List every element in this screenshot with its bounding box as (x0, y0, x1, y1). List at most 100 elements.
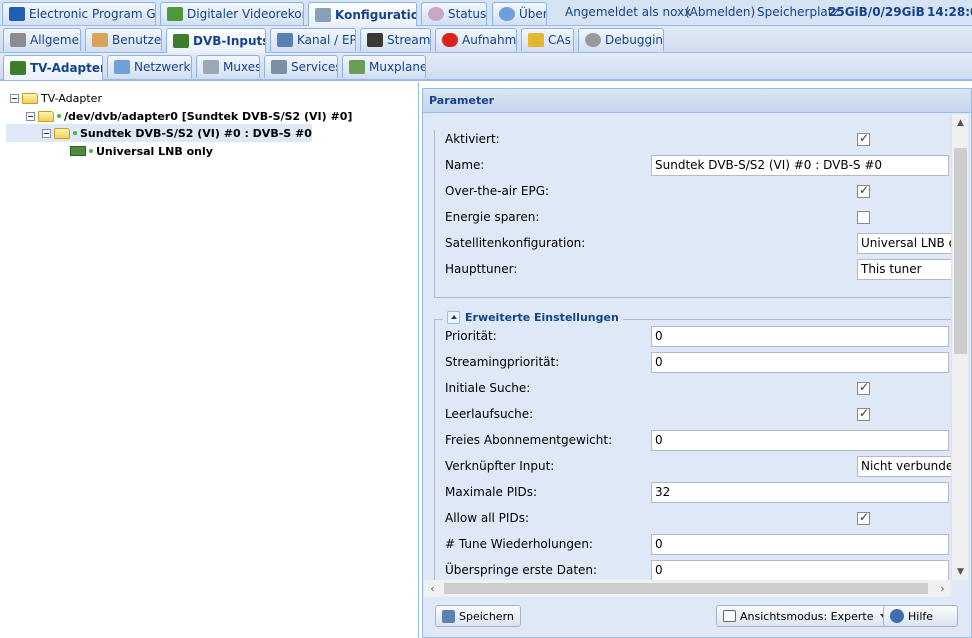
row-energie: Energie sparen: (445, 206, 949, 228)
dvb-tab-bar: TV-Adapter Netzwerke Muxes Services Muxp… (0, 53, 972, 81)
tab-allgemein[interactable]: Allgemein (3, 28, 81, 51)
advanced-legend[interactable]: Erweiterte Einstellungen (443, 311, 623, 324)
tree-node-adapter[interactable]: /dev/dvb/adapter0 [Sundtek DVB-S/S2 (VI)… (26, 107, 352, 125)
row-abo: Freies Abonnementgewicht: (445, 429, 949, 451)
field-label: Überspringe erste Daten: (445, 563, 598, 577)
tree-node-frontend[interactable]: Sundtek DVB-S/S2 (VI) #0 : DVB-S #0 (6, 124, 312, 142)
floppy-icon (442, 609, 455, 623)
scroll-left-icon[interactable]: ‹ (424, 580, 441, 597)
horizontal-scrollbar[interactable]: ‹ › (424, 580, 951, 597)
storage-value: 25GiB/0/29GiB (828, 5, 925, 19)
globe-icon (499, 7, 515, 21)
collapse-icon[interactable] (42, 128, 51, 138)
tune-repeats-input[interactable] (651, 533, 949, 555)
tab-label: Konfiguration (335, 8, 416, 22)
field-label: Leerlaufsuche: (445, 407, 534, 421)
max-pids-input[interactable] (651, 481, 949, 503)
leerlauf-checkbox[interactable] (857, 406, 870, 421)
name-input[interactable] (651, 154, 949, 176)
streaming-input[interactable] (651, 351, 949, 373)
antenna-icon (114, 60, 130, 74)
tab-tv-adapter[interactable]: TV-Adapter (3, 55, 103, 80)
tab-netzwerke[interactable]: Netzwerke (107, 55, 192, 78)
row-streaming: Streamingpriorität: (445, 351, 949, 373)
button-label: Ansichtsmodus: Experte (740, 609, 874, 623)
tab-konfiguration[interactable]: Konfiguration (308, 2, 417, 27)
field-label: Priorität: (445, 329, 497, 343)
tab-kanal-epg[interactable]: Kanal / EPG (270, 28, 356, 51)
tab-dvb-inputs[interactable]: DVB-Inputs (166, 28, 266, 53)
save-button[interactable]: Speichern (435, 605, 521, 627)
wrench-icon (315, 8, 331, 22)
collapse-icon[interactable] (26, 111, 35, 121)
row-leerlauf: Leerlaufsuche: (445, 403, 949, 425)
scroll-right-icon[interactable]: › (934, 580, 951, 597)
collapse-icon[interactable] (10, 93, 19, 103)
bug-icon (585, 33, 601, 47)
row-name: Name: (445, 154, 949, 176)
tab-label: Stream (387, 33, 431, 47)
help-button[interactable]: Hilfe (883, 605, 958, 627)
tab-label: Über (519, 7, 547, 21)
key-icon (528, 33, 544, 47)
abo-input[interactable] (651, 429, 949, 451)
vertical-scrollbar[interactable]: ▲ ▼ (951, 114, 968, 580)
status-dot-icon (89, 149, 93, 153)
tree-node-lnb[interactable]: Universal LNB only (70, 142, 213, 160)
field-label: Name: (445, 158, 485, 172)
tab-label: Status (448, 7, 487, 21)
row-initiale: Initiale Suche: (445, 377, 949, 399)
collapse-toggle-icon[interactable] (447, 311, 460, 324)
film-icon (367, 33, 383, 47)
tab-benutzer[interactable]: Benutzer (85, 28, 162, 51)
row-input: Verknüpfter Input: Nicht verbunden (445, 455, 951, 477)
tab-aufnahme[interactable]: Aufnahme (435, 28, 517, 51)
tab-services[interactable]: Services (264, 55, 338, 78)
field-label: Over-the-air EPG: (445, 184, 550, 198)
satconf-select[interactable]: Universal LNB only (857, 232, 951, 254)
row-aktiviert: Aktiviert: (445, 128, 949, 150)
mux-icon (203, 60, 219, 74)
haupttuner-select[interactable]: This tuner (857, 258, 951, 280)
eye-icon (428, 7, 444, 21)
folder-icon (38, 110, 54, 122)
tab-epg[interactable]: Electronic Program Guide (2, 2, 156, 25)
logged-in-text: Angemeldet als noxx (565, 5, 692, 19)
field-label: Verknüpfter Input: (445, 459, 555, 473)
tab-label: Netzwerke (134, 60, 192, 74)
tab-status[interactable]: Status (421, 2, 487, 25)
tab-cas[interactable]: CAs (521, 28, 574, 51)
view-mode-button[interactable]: Ansichtsmodus: Experte (716, 605, 893, 627)
allow-all-pids-checkbox[interactable] (857, 510, 870, 525)
tree-node-root[interactable]: TV-Adapter (10, 89, 102, 107)
select-value: This tuner (861, 261, 922, 276)
linked-input-select[interactable]: Nicht verbunden (857, 455, 951, 477)
initiale-checkbox[interactable] (857, 380, 870, 395)
tab-ueber[interactable]: Über (492, 2, 547, 25)
aktiviert-checkbox[interactable] (857, 131, 870, 146)
tab-muxplaner[interactable]: Muxplaner (342, 55, 426, 78)
adapter-tree: TV-Adapter /dev/dvb/adapter0 [Sundtek DV… (0, 82, 419, 638)
lnb-icon (70, 146, 86, 156)
scroll-thumb[interactable] (444, 583, 928, 594)
folder-icon (22, 92, 38, 104)
field-label: # Tune Wiederholungen: (445, 537, 593, 551)
tab-dvr[interactable]: Digitaler Videorekorder (160, 2, 304, 25)
energie-checkbox[interactable] (857, 210, 870, 224)
scroll-thumb[interactable] (954, 148, 967, 354)
scroll-up-icon[interactable]: ▲ (952, 114, 969, 131)
rec-icon (442, 33, 458, 47)
scroll-down-icon[interactable]: ▼ (952, 563, 969, 580)
ota-epg-checkbox[interactable] (857, 183, 870, 198)
prioritaet-input[interactable] (651, 325, 949, 347)
tree-label: TV-Adapter (41, 91, 102, 105)
tv-card-icon (10, 61, 26, 75)
tab-label: Muxes (223, 60, 260, 74)
tab-debugging[interactable]: Debugging (578, 28, 664, 51)
logout-link[interactable]: (Abmelden) (685, 5, 755, 19)
skip-data-input[interactable] (651, 559, 949, 580)
tab-label: Muxplaner (369, 60, 426, 74)
tab-muxes[interactable]: Muxes (196, 55, 260, 78)
tab-stream[interactable]: Stream (360, 28, 431, 51)
tv-icon (277, 33, 293, 47)
